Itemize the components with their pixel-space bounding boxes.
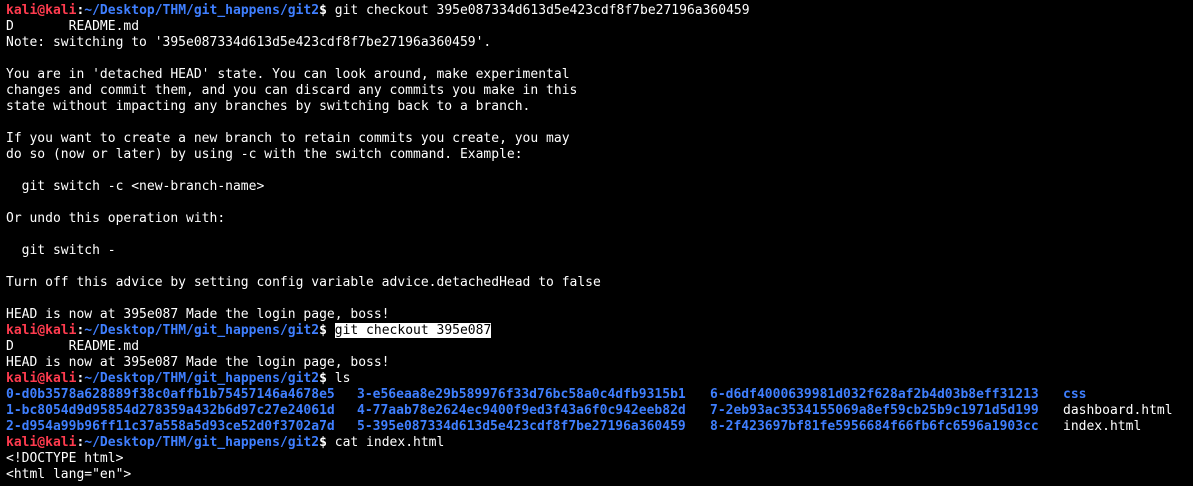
ls-dir-entry: 2-d954a99b96ff11c37a558a5d93ce52d0f3702a… [6,419,335,434]
output-line: If you want to create a new branch to re… [6,131,570,146]
prompt-user: kali@kali [6,3,77,18]
ls-row: 0-d0b3578a628889f38c0affb1b75457146a4678… [6,387,1193,403]
command-text: ls [334,371,351,386]
ls-dir-entry: 3-e56eaa8e29b589976f33d76bc58a0c4dfb9315… [357,387,686,402]
prompt-path: ~/Desktop/THM/git_happens/git2 [84,435,320,450]
output-line: Note: switching to '395e087334d613d5e423… [6,35,492,50]
prompt-line: kali@kali:~/Desktop/THM/git_happens/git2… [6,3,1193,19]
output-line: Turn off this advice by setting config v… [6,275,601,290]
prompt-symbol: $ [319,371,335,386]
ls-row: 1-bc8054d9d95854d278359a432b6d97c27e2406… [6,403,1193,419]
ls-file-entry: index.html [1063,419,1142,434]
selected-command-text[interactable]: git checkout 395e087 [334,323,492,338]
prompt-line: kali@kali:~/Desktop/THM/git_happens/git2… [6,323,1193,339]
terminal-window[interactable]: kali@kali:~/Desktop/THM/git_happens/git2… [0,0,1193,486]
prompt-path: ~/Desktop/THM/git_happens/git2 [84,323,320,338]
ls-dir-entry: 6-d6df4000639981d032f628af2b4d03b8eff312… [710,387,1039,402]
prompt-user: kali@kali [6,371,77,386]
command-text: cat index.html [334,435,445,450]
ls-dir-entry: 7-2eb93ac3534155069a8ef59cb25b9c1971d5d1… [710,403,1039,418]
output-line: Or undo this operation with: [6,211,226,226]
output-line: changes and commit them, and you can dis… [6,83,578,98]
output-line: D README.md [6,19,140,34]
prompt-user: kali@kali [6,435,77,450]
ls-dir-entry: 5-395e087334d613d5e423cdf8f7be27196a3604… [357,419,686,434]
output-line: git switch - [6,243,116,258]
ls-row: 2-d954a99b96ff11c37a558a5d93ce52d0f3702a… [6,419,1193,435]
prompt-line: kali@kali:~/Desktop/THM/git_happens/git2… [6,435,1193,451]
prompt-path: ~/Desktop/THM/git_happens/git2 [84,371,320,386]
prompt-path: ~/Desktop/THM/git_happens/git2 [84,3,320,18]
output-line: HEAD is now at 395e087 Made the login pa… [6,307,390,322]
ls-dir-entry: 4-77aab78e2624ec9400f9ed3f43a6f0c942eeb8… [357,403,686,418]
ls-dir-entry: 8-2f423697bf81fe5956684f66fb6fc6596a1903… [710,419,1039,434]
prompt-symbol: $ [319,323,335,338]
ls-dir-entry: 0-d0b3578a628889f38c0affb1b75457146a4678… [6,387,335,402]
output-line: state without impacting any branches by … [6,99,531,114]
command-text: git checkout 395e087334d613d5e423cdf8f7b… [334,3,750,18]
prompt-symbol: $ [319,3,335,18]
ls-dir-entry: 1-bc8054d9d95854d278359a432b6d97c27e2406… [6,403,335,418]
output-line: HEAD is now at 395e087 Made the login pa… [6,355,390,370]
prompt-user: kali@kali [6,323,77,338]
ls-file-entry: dashboard.html [1063,403,1173,418]
ls-dir-entry: css [1063,387,1087,402]
prompt-symbol: $ [319,435,335,450]
output-line: do so (now or later) by using -c with th… [6,147,523,162]
output-line: git switch -c <new-branch-name> [6,179,265,194]
output-line: D README.md [6,339,140,354]
prompt-line: kali@kali:~/Desktop/THM/git_happens/git2… [6,371,1193,387]
output-line: <html lang="en"> [6,467,132,482]
output-line: You are in 'detached HEAD' state. You ca… [6,67,570,82]
output-line: <!DOCTYPE html> [6,451,124,466]
